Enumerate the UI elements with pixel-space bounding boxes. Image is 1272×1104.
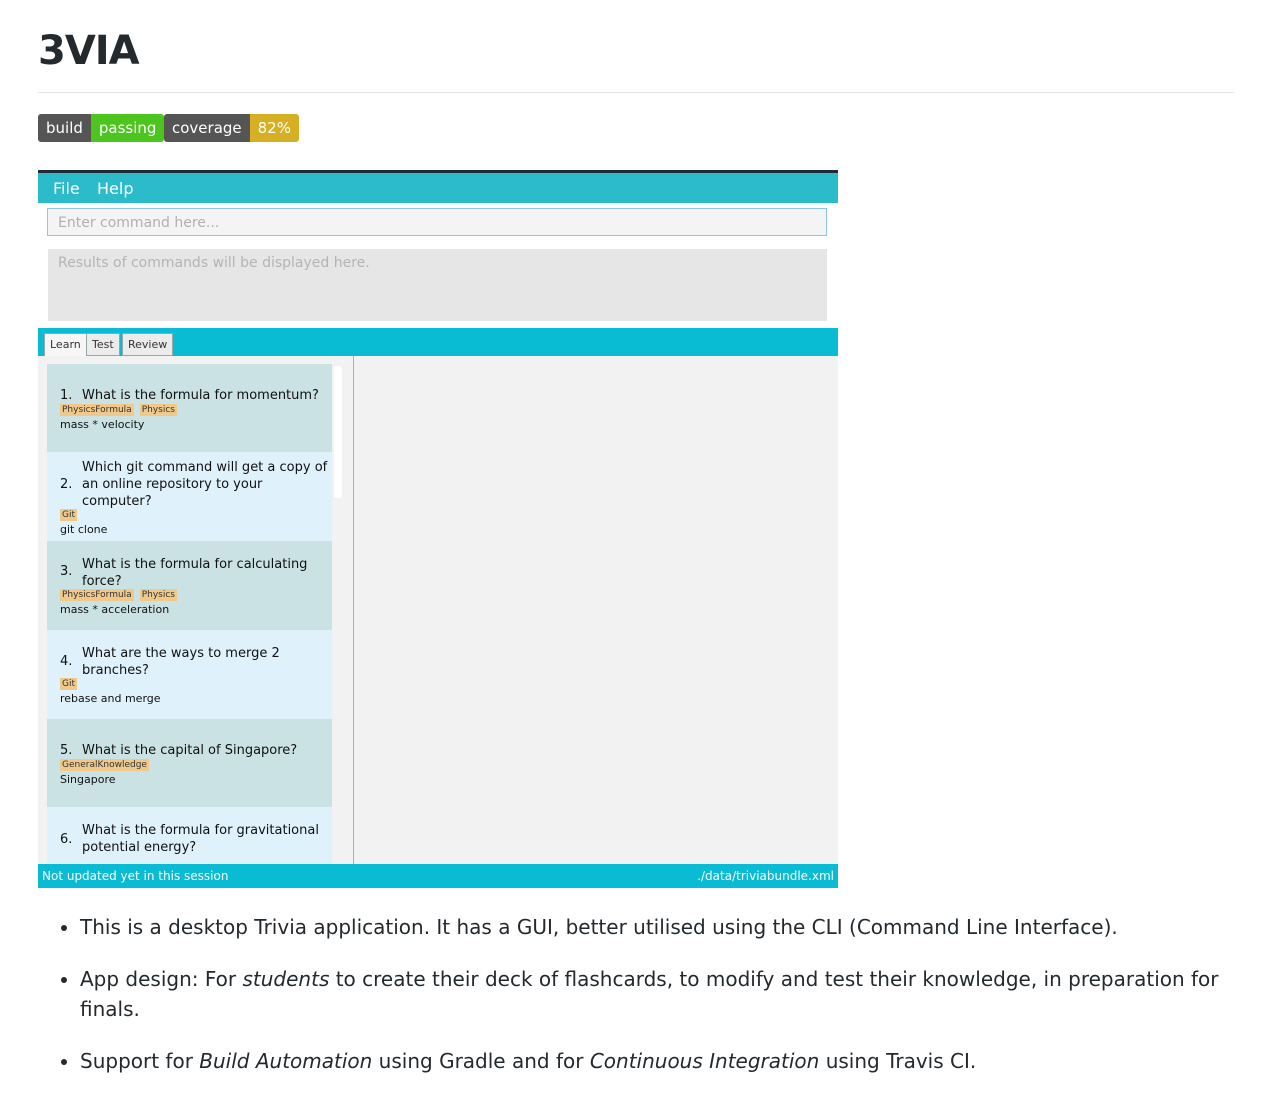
card-number: 5. (60, 743, 73, 758)
command-area: Enter command here... Results of command… (38, 203, 838, 328)
build-badge-status: passing (90, 114, 165, 142)
list-item[interactable]: 4. What are the ways to merge 2 branches… (47, 630, 332, 719)
card-number: 4. (60, 654, 73, 669)
list-item: Support for Build Automation using Gradl… (80, 1046, 1240, 1076)
bullet-text: Support for (80, 1049, 200, 1073)
card-answer: git clone (60, 523, 108, 536)
save-location: ./data/triviabundle.xml (697, 869, 834, 883)
emphasis: students (242, 967, 330, 991)
status-bar: Not updated yet in this session ./data/t… (38, 864, 838, 888)
card-question: What is the formula for calculating forc… (82, 557, 308, 589)
tag: Physics (139, 404, 177, 416)
card-number: 1. (60, 388, 73, 403)
card-detail-pane (354, 356, 838, 864)
card-tags: Git (60, 509, 78, 521)
card-question: Which git command will get a copy of an … (82, 460, 328, 509)
result-display: Results of commands will be displayed he… (48, 249, 827, 321)
card-answer: rebase and merge (60, 692, 161, 705)
menu-help[interactable]: Help (97, 179, 133, 198)
coverage-badge-label: coverage (164, 114, 250, 142)
card-tags: GeneralKnowledge (60, 759, 149, 771)
sync-status: Not updated yet in this session (42, 869, 229, 883)
menu-bar: File Help (38, 173, 838, 203)
card-question: What is the capital of Singapore? (82, 743, 298, 758)
card-answer: Singapore (60, 773, 116, 786)
bullet-text: using Gradle and for (372, 1049, 590, 1073)
build-badge-label: build (38, 114, 91, 142)
menu-file[interactable]: File (53, 179, 80, 198)
list-item[interactable]: 5. What is the capital of Singapore? Gen… (47, 719, 332, 807)
build-badge[interactable]: build passing (38, 114, 165, 142)
card-tags: PhysicsFormula Physics (60, 589, 177, 601)
emphasis: Continuous Integration (589, 1049, 820, 1073)
card-tags: PhysicsFormula Physics (60, 404, 177, 416)
bullet-text: App design: For (80, 967, 243, 991)
card-question: What is the formula for gravitational po… (82, 823, 319, 855)
list-item[interactable]: 1. What is the formula for momentum? Phy… (47, 364, 332, 452)
tab-bar: Learn Test Review (38, 328, 838, 356)
feature-list: This is a desktop Trivia application. It… (38, 912, 1240, 1098)
readme-page: 3VIA build passing coverage 82% File Hel… (0, 0, 1272, 1104)
bullet-text: using Travis CI. (819, 1049, 977, 1073)
coverage-badge-value: 82% (249, 114, 299, 142)
tag: Git (60, 509, 78, 521)
tab-review[interactable]: Review (122, 333, 174, 356)
card-number: 3. (60, 564, 73, 579)
tab-test[interactable]: Test (86, 333, 120, 356)
title-divider (38, 92, 1234, 93)
list-item[interactable]: 3. What is the formula for calculating f… (47, 541, 332, 630)
card-question: What are the ways to merge 2 branches? (82, 646, 280, 678)
card-question: What is the formula for momentum? (82, 388, 319, 403)
list-item[interactable]: 2. Which git command will get a copy of … (47, 452, 332, 541)
list-scrollbar[interactable] (334, 366, 342, 498)
tab-learn[interactable]: Learn (44, 333, 87, 356)
list-item: This is a desktop Trivia application. It… (80, 912, 1240, 942)
tag: Physics (139, 589, 177, 601)
command-input[interactable]: Enter command here... (47, 208, 827, 236)
tag: PhysicsFormula (60, 404, 134, 416)
bullet-text: This is a desktop Trivia application. It… (80, 915, 1118, 939)
card-number: 2. (60, 477, 73, 492)
emphasis: Build Automation (199, 1049, 373, 1073)
tag: GeneralKnowledge (60, 759, 149, 771)
tag: PhysicsFormula (60, 589, 134, 601)
coverage-badge[interactable]: coverage 82% (164, 114, 299, 142)
card-tags: Git (60, 678, 78, 690)
card-list[interactable]: 1. What is the formula for momentum? Phy… (38, 356, 354, 864)
page-title: 3VIA (38, 28, 140, 74)
tag: Git (60, 678, 78, 690)
list-item: App design: For students to create their… (80, 964, 1240, 1024)
list-item[interactable]: 6. What is the formula for gravitational… (47, 807, 332, 864)
card-answer: mass * velocity (60, 418, 145, 431)
card-number: 6. (60, 832, 73, 847)
app-screenshot: File Help Enter command here... Results … (38, 170, 838, 888)
card-answer: mass * acceleration (60, 603, 170, 616)
